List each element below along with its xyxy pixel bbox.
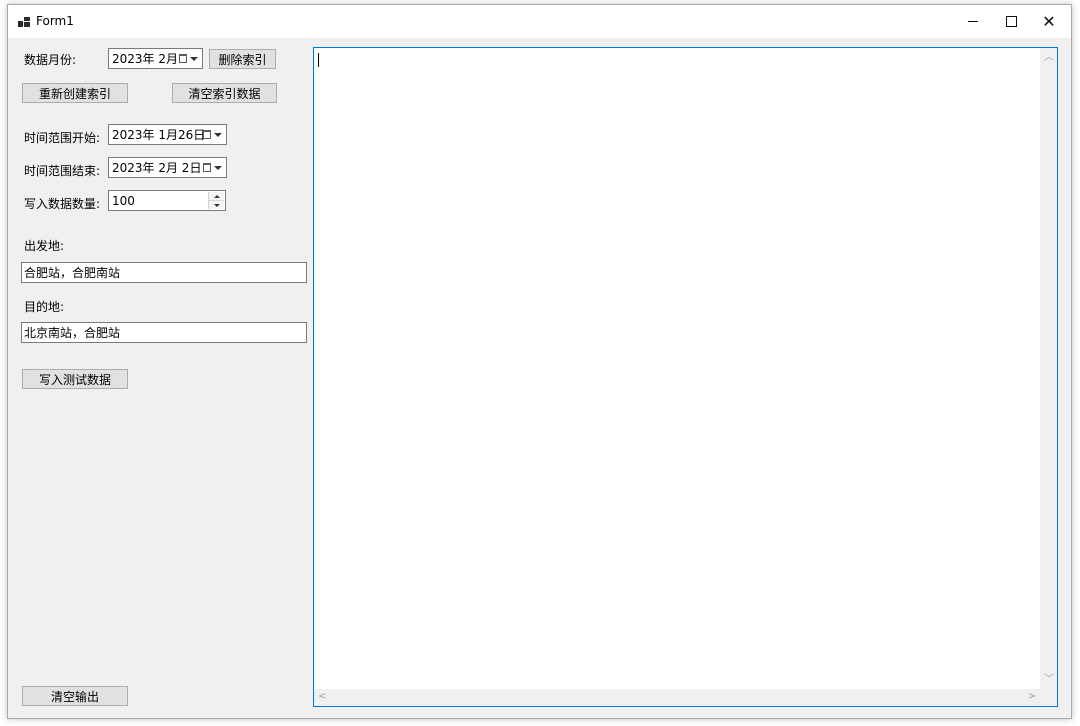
text-caret [318,53,319,67]
destination-label: 目的地: [24,300,65,314]
output-textarea[interactable]: ︿ ﹀ < > [313,47,1058,707]
clear-output-button[interactable]: 清空输出 [22,686,128,706]
data-month-picker[interactable]: 2023年 2月 [108,48,203,69]
destination-input[interactable]: 北京南站，合肥站 [21,322,307,343]
range-start-value: 2023年 1月26日 [112,128,206,142]
scroll-down-icon[interactable]: ﹀ [1044,675,1054,685]
departure-value: 合肥站，合肥南站 [24,266,121,280]
range-end-picker[interactable]: 2023年 2月 2日 [108,157,227,178]
chevron-down-icon [214,133,222,137]
destination-value: 北京南站，合肥站 [24,326,121,340]
departure-label: 出发地: [24,239,65,253]
chevron-down-icon [214,166,222,170]
departure-input[interactable]: 合肥站，合肥南站 [21,262,307,283]
scroll-up-icon[interactable]: ︿ [1044,53,1054,63]
calendar-icon [203,130,211,139]
horizontal-scrollbar[interactable]: < > [314,689,1040,706]
scroll-right-icon[interactable]: > [1028,692,1036,702]
title-bar[interactable]: Form1 ✕ [8,5,1071,38]
spin-up-button[interactable] [209,192,224,201]
range-start-picker[interactable]: 2023年 1月26日 [108,124,227,145]
maximize-button[interactable] [992,5,1030,38]
range-end-value: 2023年 2月 2日 [112,161,202,175]
vertical-scrollbar[interactable]: ︿ ﹀ [1040,48,1057,689]
write-test-data-button[interactable]: 写入测试数据 [22,369,128,389]
write-count-numeric[interactable]: 100 [108,190,226,211]
minimize-button[interactable] [954,5,992,38]
calendar-icon [203,163,211,172]
close-icon: ✕ [1042,12,1056,31]
main-window: Form1 ✕ 数据月份: 2023年 2月 删除索引 重新创建索引 清空索引数… [7,4,1072,719]
window-title: Form1 [36,14,74,28]
range-start-label: 时间范围开始: [24,131,101,145]
maximize-icon [1005,16,1017,27]
write-count-value: 100 [112,193,135,208]
app-icon [18,17,30,27]
data-month-value: 2023年 2月 [112,52,178,66]
scrollbar-corner [1040,689,1057,706]
rebuild-index-button[interactable]: 重新创建索引 [22,83,128,103]
scroll-left-icon[interactable]: < [318,692,326,702]
range-end-label: 时间范围结束: [24,164,101,178]
spin-down-button[interactable] [209,201,224,209]
data-month-label: 数据月份: [24,53,77,67]
close-button[interactable]: ✕ [1030,5,1068,38]
delete-index-button[interactable]: 删除索引 [209,49,276,69]
chevron-down-icon [190,57,198,61]
spinner-arrows-icon[interactable] [208,192,224,209]
calendar-icon [179,54,187,63]
minimize-icon [968,21,978,22]
write-count-label: 写入数据数量: [24,197,101,211]
clear-index-button[interactable]: 清空索引数据 [172,83,277,103]
